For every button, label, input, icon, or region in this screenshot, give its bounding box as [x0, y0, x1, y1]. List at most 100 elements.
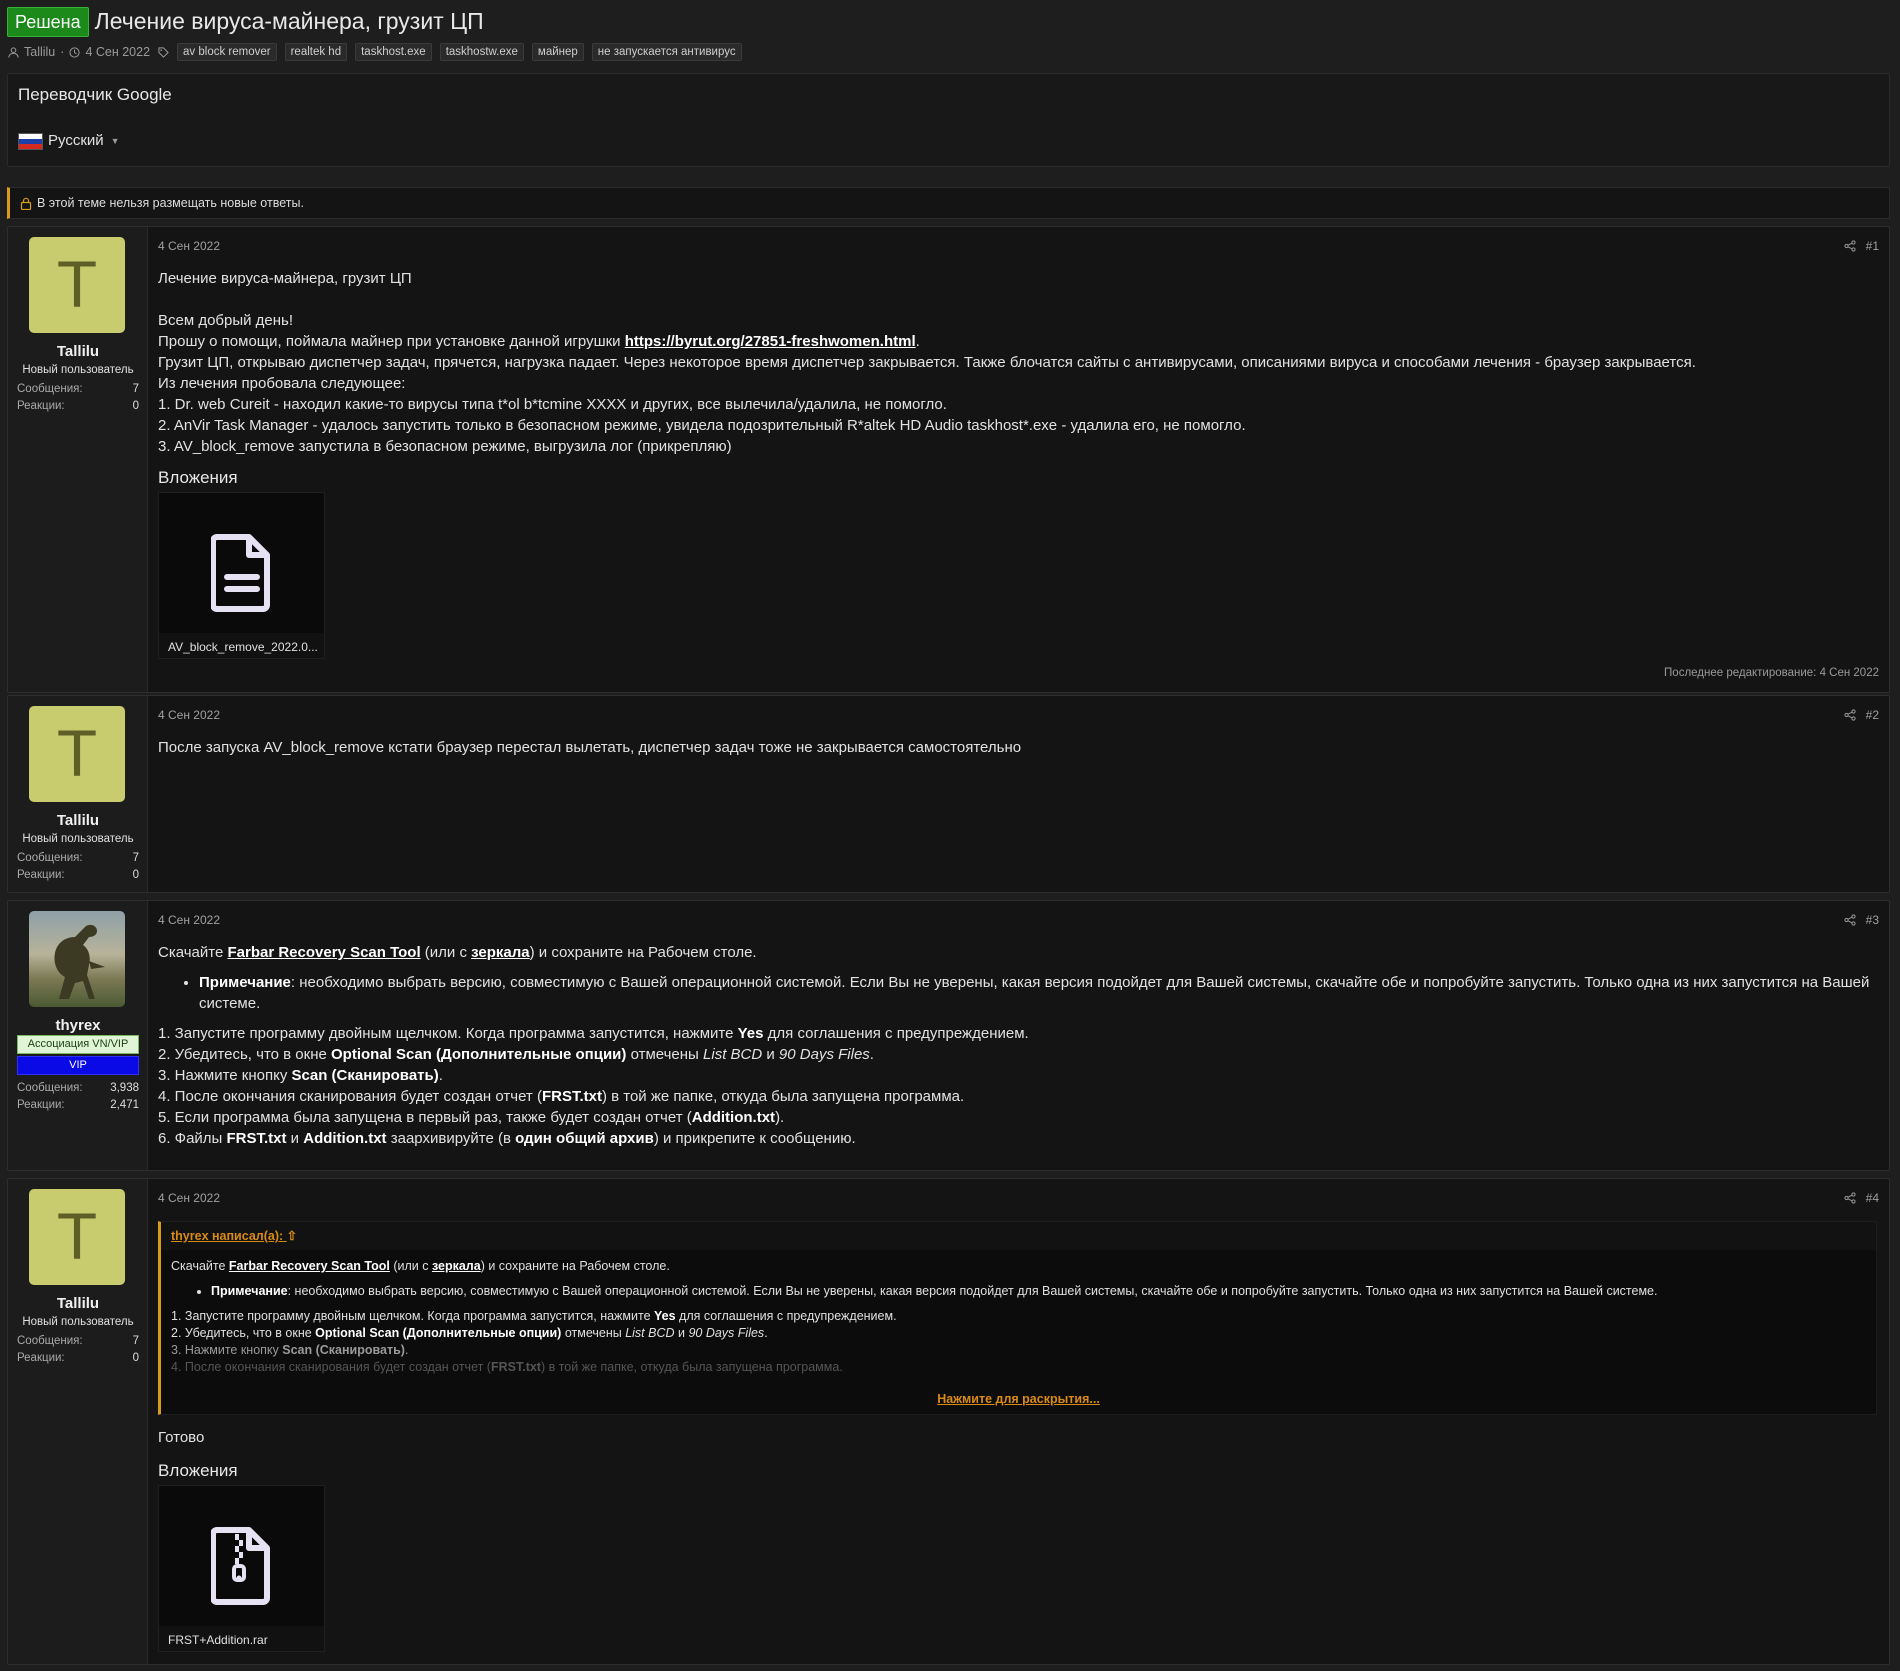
note-label: Примечание [211, 1284, 288, 1298]
user-reactions-stat: Реакции: 0 [17, 1351, 139, 1367]
post-text-line: 1. Dr. web Cureit - находил какие-то вир… [158, 396, 947, 413]
post-date[interactable]: 4 Сен 2022 [158, 707, 220, 723]
page-title: Лечение вируса-майнера, грузит ЦП [94, 8, 484, 35]
step-line: 5. Если программа была запущена в первый… [158, 1107, 1877, 1128]
tag-item[interactable]: майнер [531, 43, 584, 61]
text-span: 4. После окончания сканирования будет со… [158, 1088, 542, 1105]
thread-author-link[interactable]: Tallilu [24, 44, 55, 61]
note-list: Примечание: необходимо выбрать версию, с… [199, 972, 1877, 1014]
quote-block: thyrex написал(а): ⇧ Скачайте Farbar Rec… [158, 1221, 1877, 1415]
post-date[interactable]: 4 Сен 2022 [158, 238, 220, 254]
bold-span: Addition.txt [303, 1130, 387, 1147]
post-date[interactable]: 4 Сен 2022 [158, 1190, 220, 1206]
quote-line: 2. Убедитесь, что в окне Optional Scan (… [171, 1325, 1866, 1342]
text-span: : необходимо выбрать версию, совместимую… [287, 1284, 1658, 1298]
post-user-info: T Tallilu Новый пользователь Сообщения: 7… [8, 1179, 148, 1664]
language-select[interactable]: Русский ▼ [18, 131, 120, 151]
attachment-filename: AV_block_remove_2022.0... [159, 633, 324, 658]
text-span: . [404, 1343, 409, 1357]
quote-line: Скачайте Farbar Recovery Scan Tool (или … [171, 1258, 1866, 1275]
post-number[interactable]: #3 [1866, 912, 1879, 928]
note-label: Примечание [199, 974, 291, 991]
user-reactions-stat: Реакции: 0 [17, 868, 139, 884]
username-link[interactable]: thyrex [8, 1016, 148, 1036]
quote-header[interactable]: thyrex написал(а): ⇧ [161, 1222, 1876, 1250]
farbar-link[interactable]: Farbar Recovery Scan Tool [229, 1259, 390, 1273]
post-text-line: Скачайте Farbar Recovery Scan Tool (или … [158, 942, 1877, 963]
dinosaur-avatar-image [54, 924, 105, 999]
post-actions: #3 [1844, 912, 1879, 928]
text-span: . [438, 1067, 443, 1084]
username-link[interactable]: Tallilu [8, 342, 148, 362]
avatar[interactable]: T [29, 1189, 125, 1285]
text-span: . [764, 1326, 768, 1340]
clock-icon [69, 46, 81, 58]
post-number[interactable]: #2 [1866, 707, 1879, 723]
italic-span: 90 Days Files [688, 1326, 765, 1340]
text-span: 6. Файлы [158, 1130, 227, 1147]
thread-locked-notice: В этой теме нельзя размещать новые ответ… [7, 187, 1890, 219]
status-badge[interactable]: Решена [7, 7, 89, 37]
text-span: ). [775, 1109, 785, 1126]
farbar-link[interactable]: Farbar Recovery Scan Tool [228, 944, 421, 961]
share-icon[interactable] [1844, 914, 1856, 926]
file-archive-icon [211, 1527, 270, 1605]
post-text-line: 3. AV_block_remove запустила в безопасно… [158, 438, 732, 455]
attachments-heading: Вложения [158, 1461, 238, 1480]
tag-item[interactable]: taskhost.exe [355, 43, 432, 61]
share-icon[interactable] [1844, 1192, 1856, 1204]
italic-span: List BCD [625, 1326, 675, 1340]
mirror-link[interactable]: зеркала [471, 944, 529, 961]
stat-label: Реакции: [17, 400, 65, 412]
text-span: и [674, 1326, 689, 1340]
text-span: 1. Запустите программу двойным щелчком. … [158, 1025, 738, 1042]
tag-item[interactable]: taskhostw.exe [439, 43, 524, 61]
attachment-thumbnail[interactable]: FRST+Addition.rar [158, 1485, 325, 1652]
language-select-value: Русский [48, 132, 104, 149]
text-span: Прошу о помощи, поймала майнер при устан… [158, 333, 625, 350]
stat-value: 2,471 [110, 1099, 139, 1111]
bold-span: Yes [654, 1309, 676, 1323]
post-date[interactable]: 4 Сен 2022 [158, 912, 220, 928]
post-number[interactable]: #4 [1866, 1190, 1879, 1206]
post-number[interactable]: #1 [1866, 238, 1879, 254]
post-text-line: Всем добрый день! [158, 312, 294, 329]
bold-span: FRST.txt [541, 1088, 602, 1105]
game-link[interactable]: https://byrut.org/27851-freshwomen.html [625, 333, 916, 350]
quote-content: Скачайте Farbar Recovery Scan Tool (или … [161, 1250, 1876, 1384]
text-span: Скачайте [171, 1259, 229, 1273]
post-body: Скачайте Farbar Recovery Scan Tool (или … [158, 942, 1877, 1149]
bold-span: FRST.txt [226, 1130, 287, 1147]
text-span: отмечены [561, 1326, 626, 1340]
share-icon[interactable] [1844, 240, 1856, 252]
arrow-up-circle-icon[interactable]: ⇧ [287, 1228, 297, 1245]
mirror-link[interactable]: зеркала [432, 1259, 481, 1273]
user-title: Новый пользователь [22, 1316, 134, 1328]
share-icon[interactable] [1844, 709, 1856, 721]
tag-item[interactable]: realtek hd [284, 43, 348, 61]
avatar[interactable]: T [29, 706, 125, 802]
stat-value: 0 [132, 400, 139, 412]
tag-item[interactable]: не запускается антивирус [591, 43, 742, 61]
attachments-heading: Вложения [158, 468, 238, 487]
user-messages-stat: Сообщения: 3,938 [17, 1081, 139, 1097]
step-line: 2. Убедитесь, что в окне Optional Scan (… [158, 1044, 1877, 1065]
notice-text: В этой теме нельзя размещать новые ответ… [37, 195, 304, 210]
meta-separator: · [60, 44, 65, 59]
quote-author-link[interactable]: thyrex написал(а): [171, 1229, 283, 1243]
text-span: для соглашения с предупреждением. [763, 1025, 1029, 1042]
avatar[interactable] [29, 911, 125, 1007]
avatar[interactable]: T [29, 237, 125, 333]
post-text-line: Готово [158, 1429, 205, 1446]
user-messages-stat: Сообщения: 7 [17, 382, 139, 398]
expand-quote-link[interactable]: Нажмите для раскрытия... [161, 1389, 1876, 1408]
username-link[interactable]: Tallilu [8, 811, 148, 831]
username-link[interactable]: Tallilu [8, 1294, 148, 1314]
post-user-info: T Tallilu Новый пользователь Сообщения: 7… [8, 696, 148, 892]
bold-span: Optional Scan (Дополнительные опции) [331, 1046, 627, 1063]
post-text-line: 2. AnVir Task Manager - удалось запустит… [158, 417, 1246, 434]
thread-date[interactable]: 4 Сен 2022 [85, 44, 150, 61]
attachment-thumbnail[interactable]: AV_block_remove_2022.0... [158, 492, 325, 659]
tag-item[interactable]: av block remover [177, 43, 277, 61]
note-item: Примечание: необходимо выбрать версию, с… [199, 972, 1877, 1014]
